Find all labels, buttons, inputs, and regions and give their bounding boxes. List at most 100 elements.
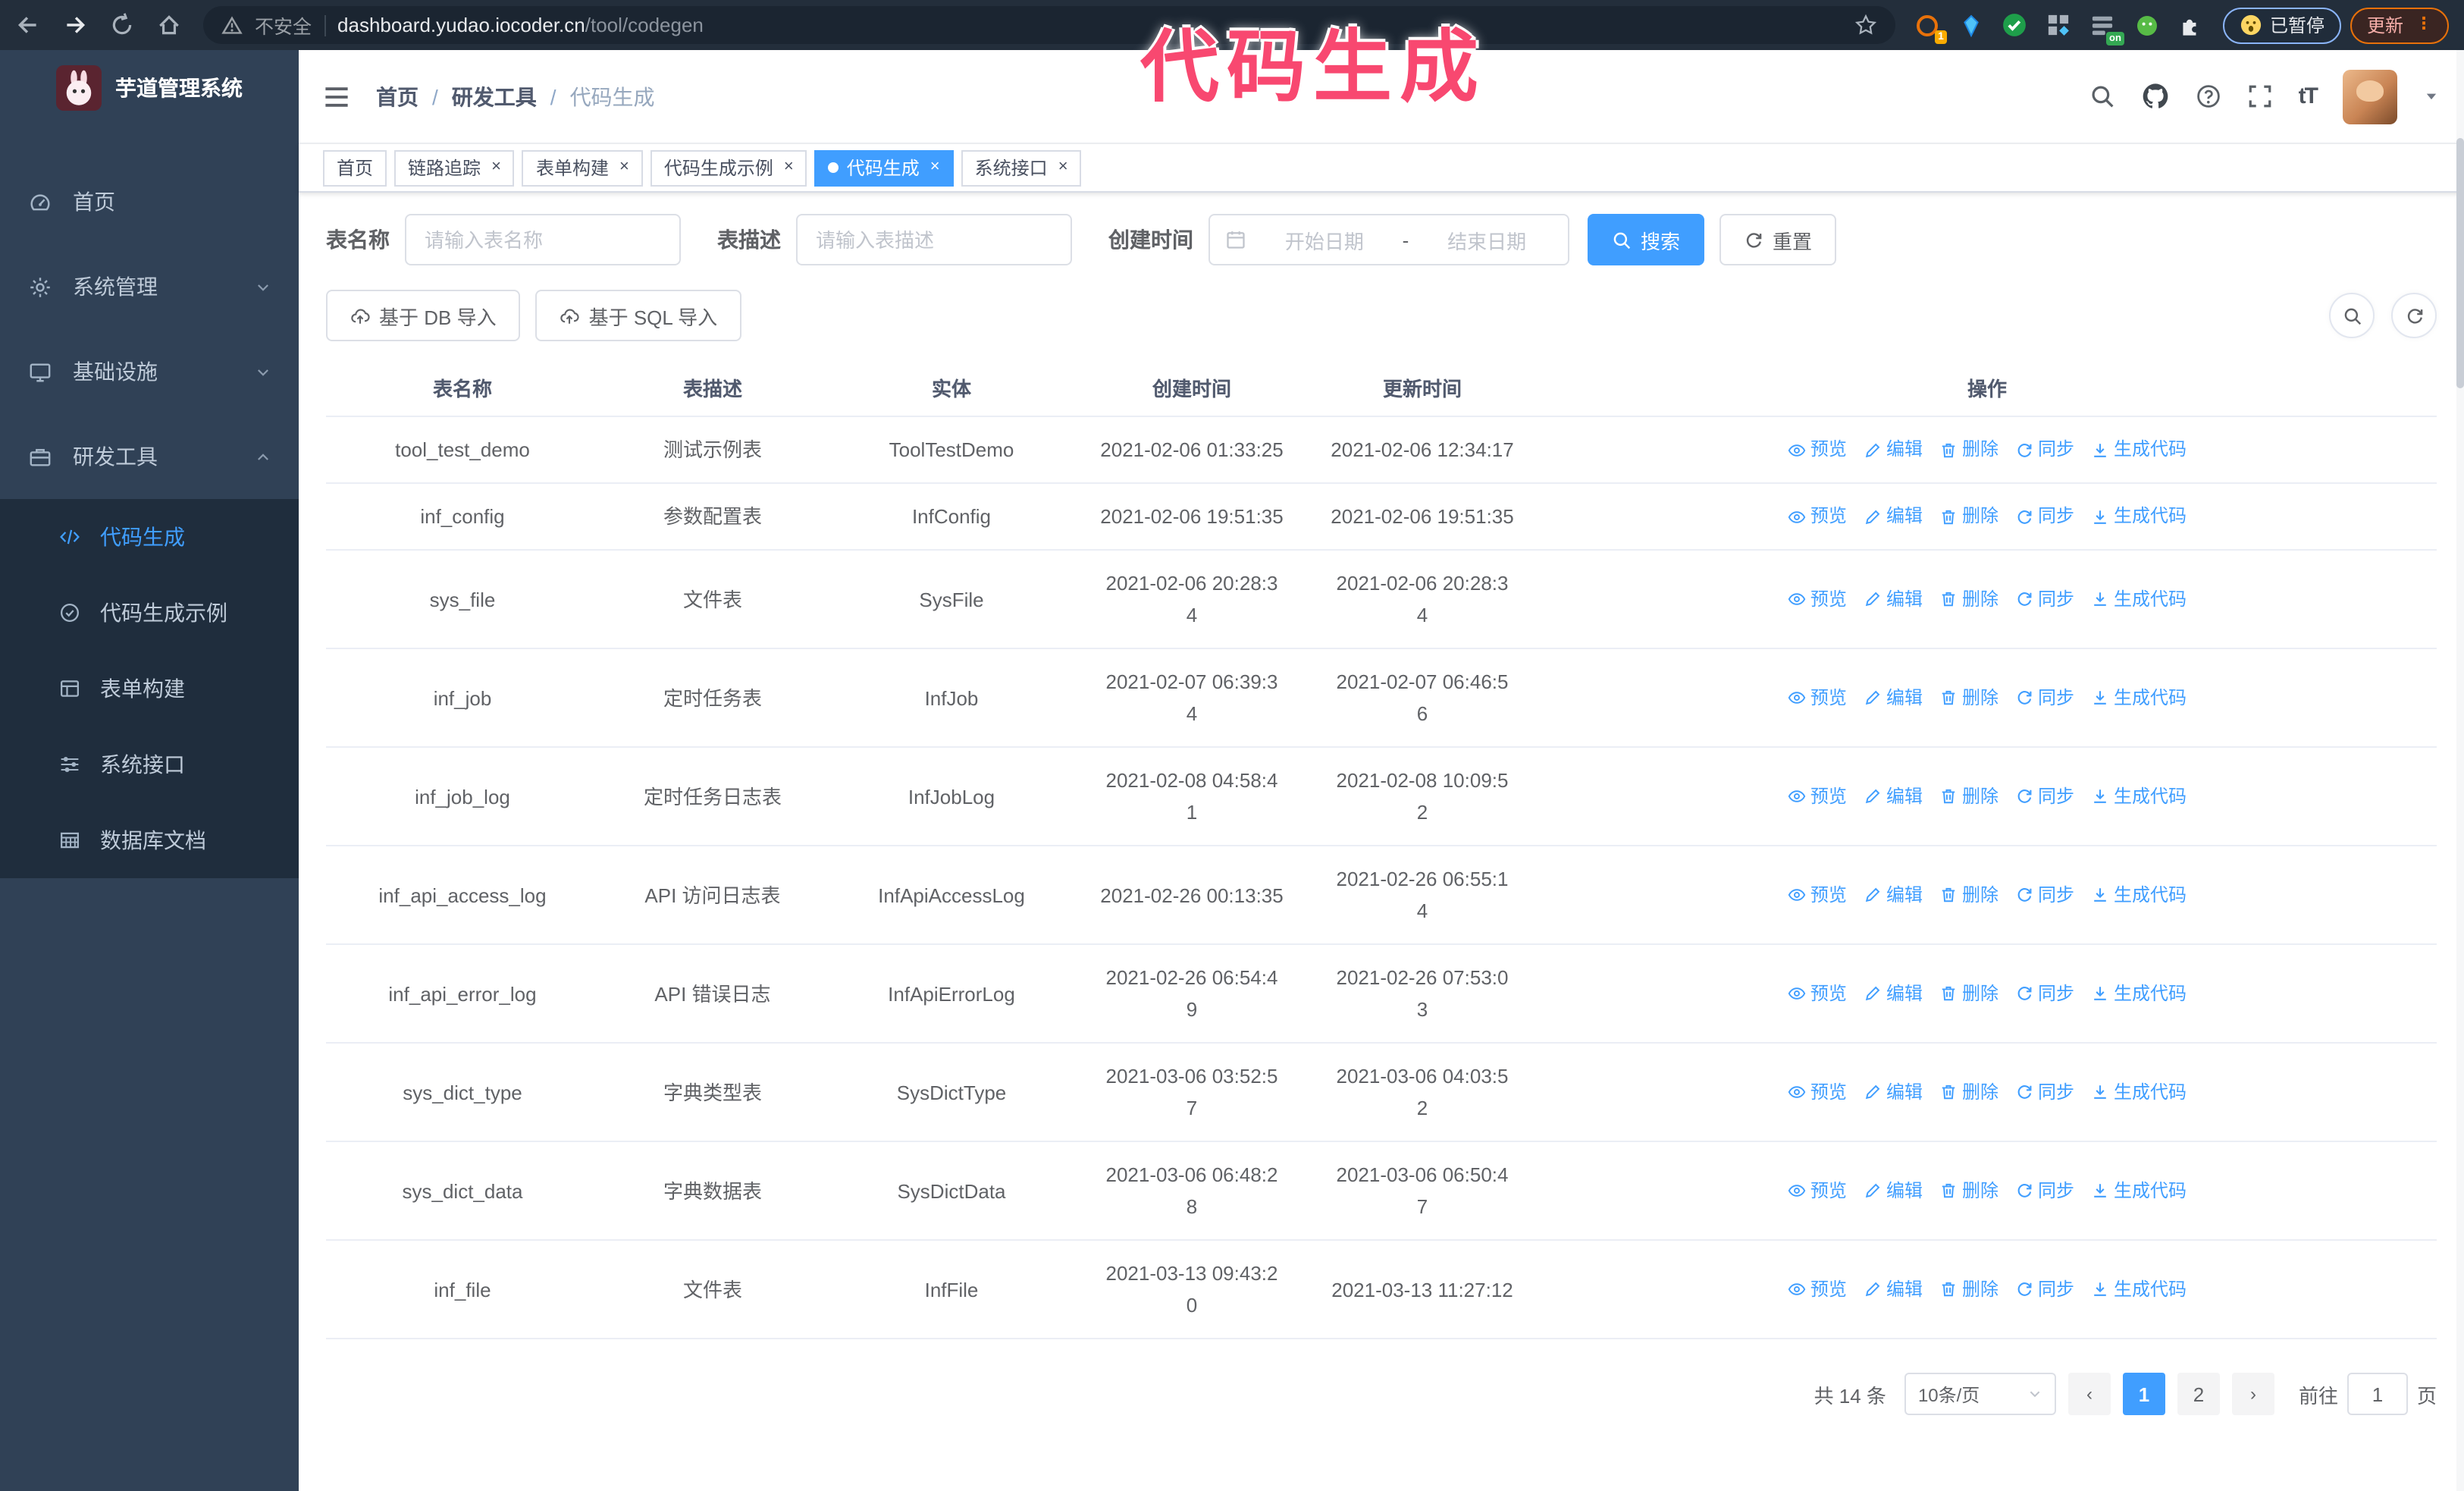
help-icon[interactable] xyxy=(2196,83,2221,109)
action-generate[interactable]: 生成代码 xyxy=(2091,1175,2187,1207)
reset-button[interactable]: 重置 xyxy=(1719,214,1837,265)
refresh-table-button[interactable] xyxy=(2391,293,2437,338)
action-generate[interactable]: 生成代码 xyxy=(2091,434,2187,466)
tab[interactable]: 代码生成示例 × xyxy=(650,149,807,186)
action-preview[interactable]: 预览 xyxy=(1788,682,1847,714)
action-preview[interactable]: 预览 xyxy=(1788,434,1847,466)
breadcrumb-devtools[interactable]: 研发工具 xyxy=(452,81,537,111)
action-preview[interactable]: 预览 xyxy=(1788,780,1847,812)
sidebar-subitem-codegen[interactable]: 代码生成 xyxy=(0,499,299,575)
page-button-2[interactable]: 2 xyxy=(2177,1373,2220,1415)
avatar-caret-icon[interactable] xyxy=(2423,88,2440,105)
action-edit[interactable]: 编辑 xyxy=(1864,1175,1923,1207)
action-generate[interactable]: 生成代码 xyxy=(2091,682,2187,714)
breadcrumb-home[interactable]: 首页 xyxy=(376,81,419,111)
action-sync[interactable]: 同步 xyxy=(2015,978,2074,1009)
home-icon[interactable] xyxy=(156,12,182,38)
fullscreen-icon[interactable] xyxy=(2247,83,2273,109)
sidebar-item[interactable]: 研发工具 xyxy=(0,414,299,499)
action-sync[interactable]: 同步 xyxy=(2015,434,2074,466)
action-delete[interactable]: 删除 xyxy=(1939,879,1998,911)
action-generate[interactable]: 生成代码 xyxy=(2091,879,2187,911)
browser-menu-icon[interactable]: ⋮ xyxy=(2415,16,2432,33)
action-generate[interactable]: 生成代码 xyxy=(2091,1076,2187,1108)
action-edit[interactable]: 编辑 xyxy=(1864,978,1923,1009)
tab[interactable]: 首页 xyxy=(323,149,387,186)
back-icon[interactable] xyxy=(15,12,41,38)
sidebar-subitem-badge[interactable]: 代码生成示例 xyxy=(0,575,299,651)
action-preview[interactable]: 预览 xyxy=(1788,1175,1847,1207)
header-search-icon[interactable] xyxy=(2089,83,2115,109)
action-sync[interactable]: 同步 xyxy=(2015,501,2074,532)
action-delete[interactable]: 删除 xyxy=(1939,501,1998,532)
page-size-select[interactable]: 10条/页 xyxy=(1904,1373,2056,1415)
bookmark-star-icon[interactable] xyxy=(1854,14,1877,36)
github-icon[interactable] xyxy=(2141,82,2170,111)
logo[interactable]: 芋道管理系统 xyxy=(0,50,299,126)
toggle-search-button[interactable] xyxy=(2329,293,2375,338)
action-generate[interactable]: 生成代码 xyxy=(2091,978,2187,1009)
sidebar-subitem-sliders[interactable]: 系统接口 xyxy=(0,727,299,802)
start-date-placeholder[interactable]: 开始日期 xyxy=(1259,225,1390,254)
next-page-button[interactable]: › xyxy=(2231,1373,2274,1415)
action-edit[interactable]: 编辑 xyxy=(1864,583,1923,615)
import-sql-button[interactable]: 基于 SQL 导入 xyxy=(535,290,742,341)
action-edit[interactable]: 编辑 xyxy=(1864,682,1923,714)
tab[interactable]: 代码生成 × xyxy=(814,149,954,186)
action-delete[interactable]: 删除 xyxy=(1939,978,1998,1009)
close-icon[interactable]: × xyxy=(930,159,940,176)
action-generate[interactable]: 生成代码 xyxy=(2091,501,2187,532)
action-delete[interactable]: 删除 xyxy=(1939,1273,1998,1305)
scrollbar[interactable] xyxy=(2456,50,2464,1491)
scrollbar-thumb[interactable] xyxy=(2456,138,2464,388)
close-icon[interactable]: × xyxy=(1058,159,1068,176)
action-edit[interactable]: 编辑 xyxy=(1864,879,1923,911)
action-generate[interactable]: 生成代码 xyxy=(2091,780,2187,812)
action-preview[interactable]: 预览 xyxy=(1788,879,1847,911)
tab[interactable]: 系统接口 × xyxy=(961,149,1082,186)
browser-update-button[interactable]: 更新 ⋮ xyxy=(2350,7,2449,43)
action-edit[interactable]: 编辑 xyxy=(1864,501,1923,532)
action-sync[interactable]: 同步 xyxy=(2015,583,2074,615)
action-edit[interactable]: 编辑 xyxy=(1864,780,1923,812)
paused-profile-badge[interactable]: 已暂停 xyxy=(2222,7,2341,43)
sidebar-subitem-form[interactable]: 表单构建 xyxy=(0,651,299,727)
date-range-picker[interactable]: 开始日期 - 结束日期 xyxy=(1208,214,1569,265)
reload-icon[interactable] xyxy=(109,12,135,38)
table-desc-input[interactable] xyxy=(796,214,1072,265)
action-sync[interactable]: 同步 xyxy=(2015,780,2074,812)
close-icon[interactable]: × xyxy=(619,159,629,176)
action-generate[interactable]: 生成代码 xyxy=(2091,583,2187,615)
sidebar-item[interactable]: 基础设施 xyxy=(0,329,299,414)
close-icon[interactable]: × xyxy=(491,159,501,176)
action-edit[interactable]: 编辑 xyxy=(1864,1273,1923,1305)
action-sync[interactable]: 同步 xyxy=(2015,1273,2074,1305)
hamburger-icon[interactable] xyxy=(323,83,350,110)
action-delete[interactable]: 删除 xyxy=(1939,1175,1998,1207)
action-preview[interactable]: 预览 xyxy=(1788,501,1847,532)
action-preview[interactable]: 预览 xyxy=(1788,583,1847,615)
action-preview[interactable]: 预览 xyxy=(1788,1076,1847,1108)
extension-green-icon[interactable] xyxy=(2133,11,2161,39)
page-button-1[interactable]: 1 xyxy=(2122,1373,2165,1415)
extension-grid-icon[interactable] xyxy=(2045,11,2073,39)
action-sync[interactable]: 同步 xyxy=(2015,879,2074,911)
extension-gem-icon[interactable] xyxy=(1958,11,1985,39)
extension-orange-icon[interactable]: 1 xyxy=(1914,11,1947,43)
goto-page-input[interactable] xyxy=(2346,1373,2408,1415)
sidebar-subitem-db[interactable]: 数据库文档 xyxy=(0,802,299,878)
end-date-placeholder[interactable]: 结束日期 xyxy=(1421,225,1553,254)
action-delete[interactable]: 删除 xyxy=(1939,434,1998,466)
action-preview[interactable]: 预览 xyxy=(1788,978,1847,1009)
forward-icon[interactable] xyxy=(62,12,88,38)
avatar[interactable] xyxy=(2343,69,2397,124)
search-button[interactable]: 搜索 xyxy=(1588,214,1705,265)
action-preview[interactable]: 预览 xyxy=(1788,1273,1847,1305)
import-db-button[interactable]: 基于 DB 导入 xyxy=(326,290,521,341)
action-sync[interactable]: 同步 xyxy=(2015,1076,2074,1108)
close-icon[interactable]: × xyxy=(784,159,794,176)
tab[interactable]: 表单构建 × xyxy=(522,149,643,186)
action-edit[interactable]: 编辑 xyxy=(1864,1076,1923,1108)
tab[interactable]: 链路追踪 × xyxy=(394,149,515,186)
address-bar[interactable]: 不安全 dashboard.yudao.iocoder.cn/tool/code… xyxy=(203,6,1895,44)
